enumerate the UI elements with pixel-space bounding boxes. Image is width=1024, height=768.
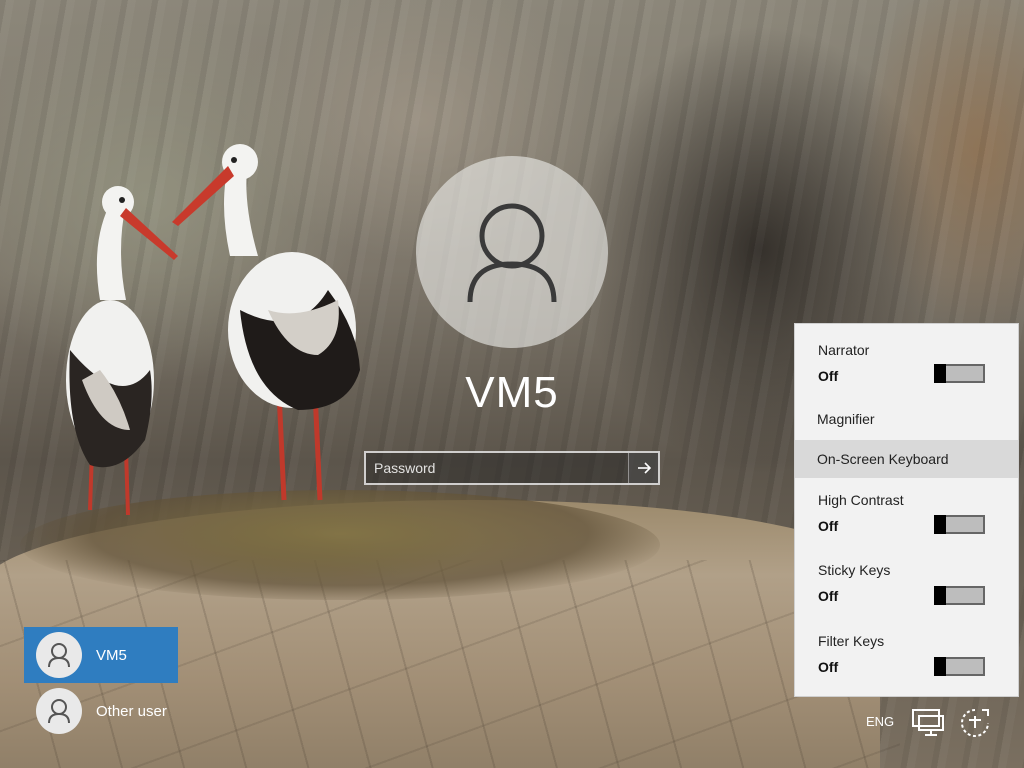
ease-item-label: High Contrast	[818, 492, 904, 508]
toggle-thumb	[934, 515, 946, 534]
narrator-toggle[interactable]	[934, 364, 985, 383]
user-avatar-large	[416, 156, 608, 348]
ease-of-access-flyout: Narrator Off Magnifier On-Screen Keyboar…	[794, 323, 1019, 697]
sticky-keys-toggle[interactable]	[934, 586, 985, 605]
user-icon	[48, 699, 70, 724]
ease-of-access-icon[interactable]	[958, 706, 992, 738]
ease-item-state: Off	[818, 368, 839, 384]
ease-item-label: Filter Keys	[818, 633, 885, 649]
toggle-thumb	[934, 657, 946, 676]
toggle-thumb	[934, 364, 946, 383]
avatar	[36, 688, 82, 734]
stork-right	[172, 144, 360, 501]
password-input[interactable]	[366, 453, 628, 483]
ease-item-label: Magnifier	[817, 411, 875, 427]
user-icon	[467, 203, 557, 303]
user-icon	[48, 643, 70, 668]
avatar	[36, 632, 82, 678]
language-indicator[interactable]: ENG	[866, 714, 894, 729]
user-name: VM5	[96, 646, 127, 664]
ease-item-label: Narrator	[818, 342, 870, 358]
user-item-vm5[interactable]: VM5	[24, 627, 178, 683]
arrow-right-icon	[637, 462, 651, 474]
ease-item-magnifier[interactable]: Magnifier	[795, 400, 1018, 438]
ease-item-on-screen-keyboard[interactable]: On-Screen Keyboard	[795, 440, 1018, 478]
network-icon[interactable]	[911, 708, 945, 738]
ease-item-label: Sticky Keys	[818, 562, 891, 578]
ease-item-state: Off	[818, 659, 839, 675]
password-box	[364, 451, 660, 485]
user-item-other-user[interactable]: Other user	[24, 683, 178, 739]
ease-item-label: On-Screen Keyboard	[817, 451, 949, 467]
ease-item-state: Off	[818, 588, 839, 604]
ease-item-state: Off	[818, 518, 839, 534]
submit-button[interactable]	[628, 453, 658, 483]
high-contrast-toggle[interactable]	[934, 515, 985, 534]
filter-keys-toggle[interactable]	[934, 657, 985, 676]
user-list: VM5 Other user	[24, 627, 178, 739]
toggle-thumb	[934, 586, 946, 605]
ease-item-narrator: Narrator Off	[795, 324, 1018, 400]
user-name: Other user	[96, 702, 167, 720]
